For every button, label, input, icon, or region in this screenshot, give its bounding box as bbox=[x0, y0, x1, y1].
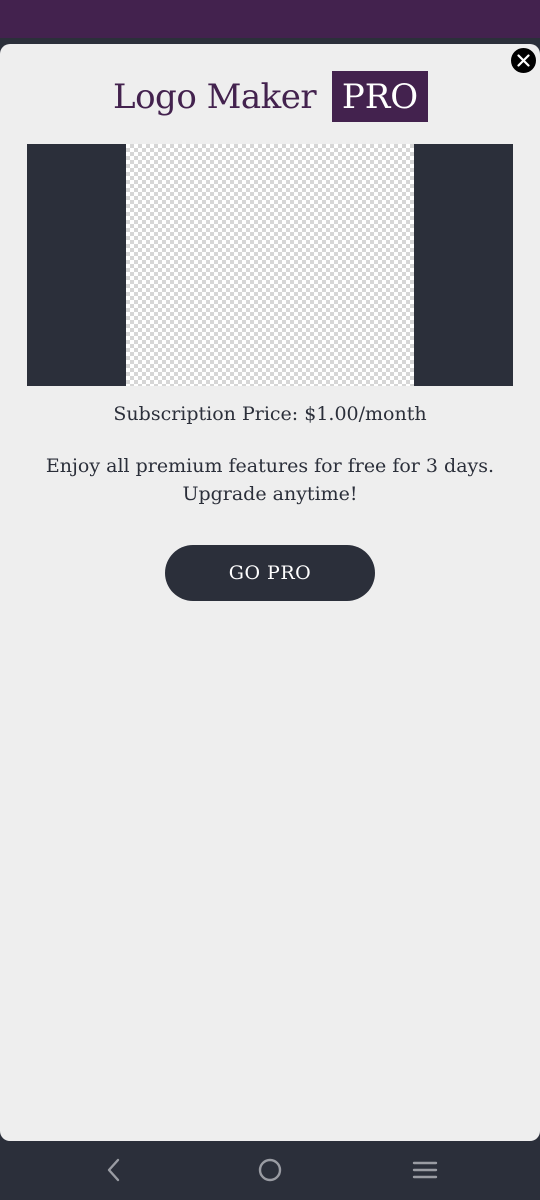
close-icon bbox=[517, 54, 530, 67]
recents-icon bbox=[412, 1161, 438, 1179]
trial-line-1: Enjoy all premium features for free for … bbox=[45, 455, 495, 477]
nav-home-button[interactable] bbox=[255, 1155, 285, 1185]
pro-badge: PRO bbox=[332, 71, 428, 122]
trial-line-2: Upgrade anytime! bbox=[182, 483, 358, 505]
nav-recents-button[interactable] bbox=[410, 1155, 440, 1185]
logo-preview bbox=[27, 144, 513, 386]
trial-description: Enjoy all premium features for free for … bbox=[20, 452, 520, 508]
home-icon bbox=[258, 1158, 282, 1182]
nav-back-button[interactable] bbox=[99, 1155, 129, 1185]
app-title: Logo Maker bbox=[113, 77, 317, 117]
system-nav-bar bbox=[0, 1141, 540, 1200]
title-row: Logo Maker PRO bbox=[0, 71, 540, 123]
close-button[interactable] bbox=[510, 47, 537, 74]
go-pro-button[interactable]: GO PRO bbox=[165, 545, 375, 601]
status-bar bbox=[0, 0, 540, 38]
transparent-canvas bbox=[126, 144, 414, 386]
back-icon bbox=[107, 1158, 120, 1182]
subscription-price: Subscription Price: $1.00/month bbox=[113, 403, 427, 425]
